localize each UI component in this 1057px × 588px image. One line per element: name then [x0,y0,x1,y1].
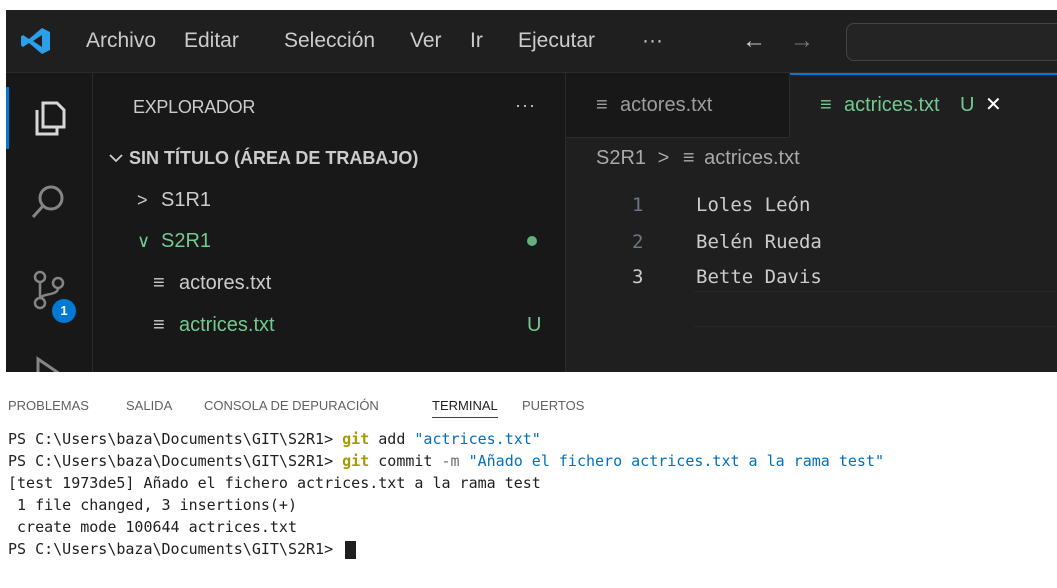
vscode-window: Archivo Editar Selección Ver Ir Ejecutar… [6,10,1057,372]
breadcrumb-folder[interactable]: S2R1 [596,147,646,169]
tab-puertos[interactable]: PUERTOS [522,398,584,413]
tab-actrices[interactable]: ≡ actrices.txt U ✕ [790,73,1057,139]
terminal-output: [test 1973de5] Añado el fichero actrices… [8,474,541,492]
scm-badge: 1 [52,299,76,323]
tab-problemas[interactable]: PROBLEMAS [8,398,89,413]
tab-label: actrices.txt [844,94,940,116]
explorer-files-icon[interactable] [28,97,70,139]
text-file-icon: ≡ [153,314,165,336]
breadcrumb-separator: > [657,147,670,169]
editor-area: ≡ actores.txt ≡ actrices.txt U ✕ S2R1 > … [566,73,1057,372]
command-center-search[interactable] [846,23,1057,61]
folder-s1r1[interactable]: > S1R1 [93,181,565,219]
git-flag: -m [441,452,460,470]
file-label: actores.txt [179,272,272,294]
terminal-prompt: PS C:\Users\baza\Documents\GIT\S2R1> [8,452,343,470]
tab-terminal[interactable]: TERMINAL [432,398,498,418]
active-indicator [6,87,9,149]
file-actrices[interactable]: ≡ actrices.txt U [93,306,565,344]
modified-dot-icon [527,236,537,246]
bottom-panel: PROBLEMAS SALIDA CONSOLA DE DEPURACIÓN T… [0,390,1057,588]
git-keyword: git [342,452,370,470]
git-string: "Añado el fichero actrices.txt a la rama… [459,452,884,470]
tab-label: actores.txt [620,94,713,116]
search-icon[interactable] [28,181,70,223]
code-line[interactable]: 2 Belén Rueda [566,224,1057,260]
chevron-down-icon [109,154,123,163]
file-actores[interactable]: ≡ actores.txt [93,264,565,302]
explorer-title: EXPLORADOR [133,97,256,117]
file-label: actrices.txt [179,314,275,336]
menu-ir[interactable]: Ir [470,27,483,55]
chevron-down-icon: ∨ [137,231,151,251]
terminal-output: create mode 100644 actrices.txt [8,518,297,536]
terminal-input-line[interactable]: PS C:\Users\baza\Documents\GIT\S2R1> [8,538,357,560]
folder-label: S1R1 [161,189,212,211]
close-icon[interactable]: ✕ [985,73,1002,137]
chevron-right-icon: > [137,190,148,210]
activity-bar: 1 [6,73,93,372]
terminal-line: PS C:\Users\baza\Documents\GIT\S2R1> git… [8,450,884,472]
menu-seleccion[interactable]: Selección [284,27,375,55]
tab-actores[interactable]: ≡ actores.txt [566,73,790,137]
explorer-sidebar: EXPLORADOR ··· SIN TÍTULO (ÁREA DE TRABA… [93,73,566,372]
folder-label: S2R1 [161,230,212,252]
forward-arrow-icon[interactable]: → [790,27,814,55]
git-args: commit [369,452,442,470]
workspace-root[interactable]: SIN TÍTULO (ÁREA DE TRABAJO) [93,139,565,177]
line-number: 1 [632,194,644,216]
terminal-prompt: PS C:\Users\baza\Documents\GIT\S2R1> [8,540,343,558]
text-file-icon: ≡ [153,272,165,294]
explorer-more-actions[interactable]: ··· [515,95,536,116]
run-debug-icon[interactable] [28,353,70,372]
folder-s2r1[interactable]: ∨ S2R1 [93,222,565,260]
untracked-status: U [527,314,542,336]
vscode-logo-icon [21,28,50,54]
current-line-highlight [694,291,1057,327]
git-string: "actrices.txt" [414,430,541,448]
terminal-prompt: PS C:\Users\baza\Documents\GIT\S2R1> [8,430,343,448]
menu-ejecutar[interactable]: Ejecutar [518,27,595,55]
code-line[interactable]: 3 Bette Davis [566,259,1057,295]
breadcrumb: S2R1 > ≡ actrices.txt [596,147,800,170]
tab-status: U [960,94,975,116]
text-file-icon: ≡ [596,94,608,116]
tab-salida[interactable]: SALIDA [126,398,172,413]
tab-consola-depuracion[interactable]: CONSOLA DE DEPURACIÓN [204,398,379,413]
menu-ver[interactable]: Ver [410,27,442,55]
git-args: add [369,430,415,448]
line-text: Belén Rueda [696,231,822,253]
breadcrumb-file[interactable]: actrices.txt [704,147,800,169]
menu-editar[interactable]: Editar [184,27,239,55]
line-number: 3 [632,266,644,288]
line-text: Bette Davis [696,266,822,288]
terminal-output: 1 file changed, 3 insertions(+) [8,496,297,514]
terminal-cursor [345,540,357,559]
menu-more[interactable]: ··· [642,27,663,55]
text-file-icon: ≡ [682,147,695,169]
menu-archivo[interactable]: Archivo [86,27,156,55]
title-bar: Archivo Editar Selección Ver Ir Ejecutar… [6,10,1057,73]
line-number: 2 [632,231,644,253]
editor-tabs: ≡ actores.txt ≡ actrices.txt U ✕ [566,73,1057,139]
line-text: Loles León [696,194,811,216]
workspace-name: SIN TÍTULO (ÁREA DE TRABAJO) [129,148,419,168]
terminal-line: PS C:\Users\baza\Documents\GIT\S2R1> git… [8,428,541,450]
back-arrow-icon[interactable]: ← [742,27,766,55]
git-keyword: git [342,430,370,448]
code-line[interactable]: 1 Loles León [566,187,1057,223]
text-file-icon: ≡ [820,94,832,116]
